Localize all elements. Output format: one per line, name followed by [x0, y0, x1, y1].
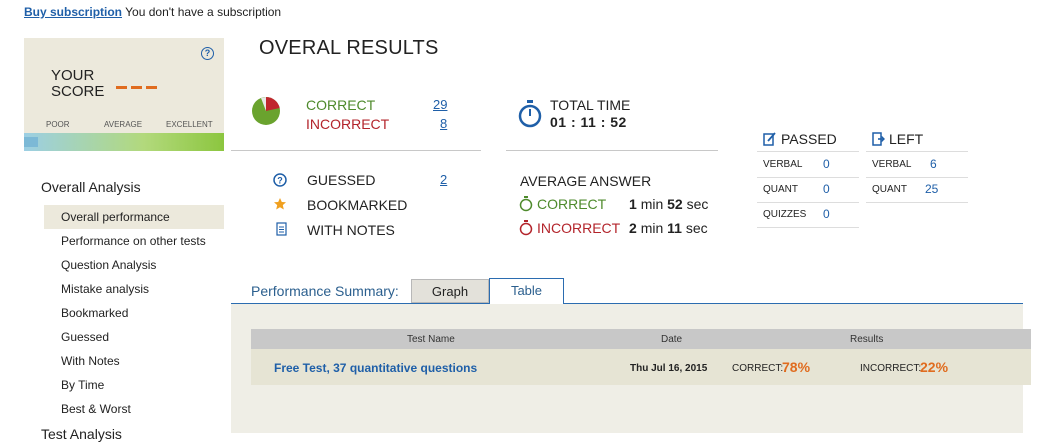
correct-count-link[interactable]: 29 — [433, 97, 447, 112]
subscription-status: You don't have a subscription — [125, 5, 282, 19]
sidebar-list: Overall performance Performance on other… — [44, 205, 224, 421]
sidebar-heading: Overall Analysis — [41, 179, 141, 195]
stopwatch-correct-icon — [519, 196, 533, 212]
passed-row-quizzes: QUIZZES 0 — [757, 202, 859, 228]
column-test-name: Test Name — [407, 334, 455, 345]
tab-table[interactable]: Table — [489, 278, 564, 304]
results-pie-chart — [252, 97, 280, 125]
sidebar-item-guessed[interactable]: Guessed — [44, 325, 224, 349]
with-notes-label: WITH NOTES — [307, 222, 395, 238]
exit-arrow-icon — [872, 132, 885, 146]
stopwatch-icon — [518, 100, 542, 128]
table-header: Test Name Date Results — [251, 329, 1031, 349]
sidebar-item-mistake-analysis[interactable]: Mistake analysis — [44, 277, 224, 301]
passed-row-quant: QUANT 0 — [757, 177, 859, 203]
row-correct-label: CORRECT: — [732, 363, 784, 374]
sidebar-item-performance-other-tests[interactable]: Performance on other tests — [44, 229, 224, 253]
tab-graph[interactable]: Graph — [411, 279, 489, 303]
average-correct-time: 1 min 52 sec — [629, 196, 709, 212]
total-time-label: TOTAL TIME — [550, 97, 631, 113]
row-incorrect-label: INCORRECT: — [860, 363, 922, 374]
divider — [506, 150, 718, 151]
score-value — [116, 76, 161, 94]
average-answer-label: AVERAGE ANSWER — [520, 173, 652, 189]
left-row-quant: QUANT 25 — [866, 177, 968, 203]
guessed-count-link[interactable]: 2 — [440, 172, 447, 187]
column-results: Results — [850, 334, 884, 345]
average-incorrect-time: 2 min 11 sec — [629, 220, 708, 236]
incorrect-label: INCORRECT — [306, 116, 390, 132]
passed-label: PASSED — [781, 131, 837, 147]
passed-row-verbal: VERBAL 0 — [757, 152, 859, 178]
help-icon[interactable]: ? — [201, 47, 214, 60]
sidebar-item-by-time[interactable]: By Time — [44, 373, 224, 397]
score-scale-bar — [24, 133, 224, 151]
column-date: Date — [661, 334, 683, 345]
test-name-link[interactable]: Free Test, 37 quantitative questions — [274, 361, 477, 375]
row-incorrect-value: 22% — [920, 359, 949, 375]
sidebar-item-with-notes[interactable]: With Notes — [44, 349, 224, 373]
left-row-verbal: VERBAL 6 — [866, 152, 968, 178]
average-incorrect-label: INCORRECT — [537, 220, 621, 236]
performance-summary-label: Performance Summary: — [251, 283, 399, 299]
guessed-label: GUESSED — [307, 172, 376, 188]
sidebar-item-overall-performance[interactable]: Overall performance — [44, 205, 224, 229]
divider — [231, 150, 481, 151]
average-correct-label: CORRECT — [537, 196, 607, 212]
left-label: LEFT — [889, 131, 924, 147]
question-circle-icon: ? — [273, 173, 287, 187]
test-date: Thu Jul 16, 2015 — [630, 363, 708, 374]
row-correct-value: 78% — [782, 359, 811, 375]
page-title: OVERAL RESULTS — [259, 37, 439, 59]
sidebar-item-best-worst[interactable]: Best & Worst — [44, 397, 224, 421]
buy-subscription-link[interactable]: Buy subscription — [24, 5, 122, 19]
svg-text:?: ? — [277, 176, 283, 186]
bookmarked-label: BOOKMARKED — [307, 197, 408, 213]
sidebar-item-bookmarked[interactable]: Bookmarked — [44, 301, 224, 325]
score-label: YOUR SCORE — [51, 67, 105, 100]
edit-note-icon — [763, 132, 776, 146]
tab-bar-line — [231, 303, 1023, 304]
star-icon — [274, 198, 286, 210]
incorrect-count-link[interactable]: 8 — [440, 116, 447, 131]
total-time-value: 01 : 11 : 52 — [550, 114, 627, 130]
sidebar-heading-test-analysis: Test Analysis — [41, 426, 122, 442]
score-panel: ? YOUR SCORE POOR AVERAGE EXCELLENT — [24, 38, 224, 151]
correct-label: CORRECT — [306, 97, 376, 113]
subscription-bar: Buy subscription You don't have a subscr… — [24, 5, 281, 19]
note-icon — [276, 222, 287, 236]
stopwatch-incorrect-icon — [519, 220, 533, 236]
sidebar-item-question-analysis[interactable]: Question Analysis — [44, 253, 224, 277]
